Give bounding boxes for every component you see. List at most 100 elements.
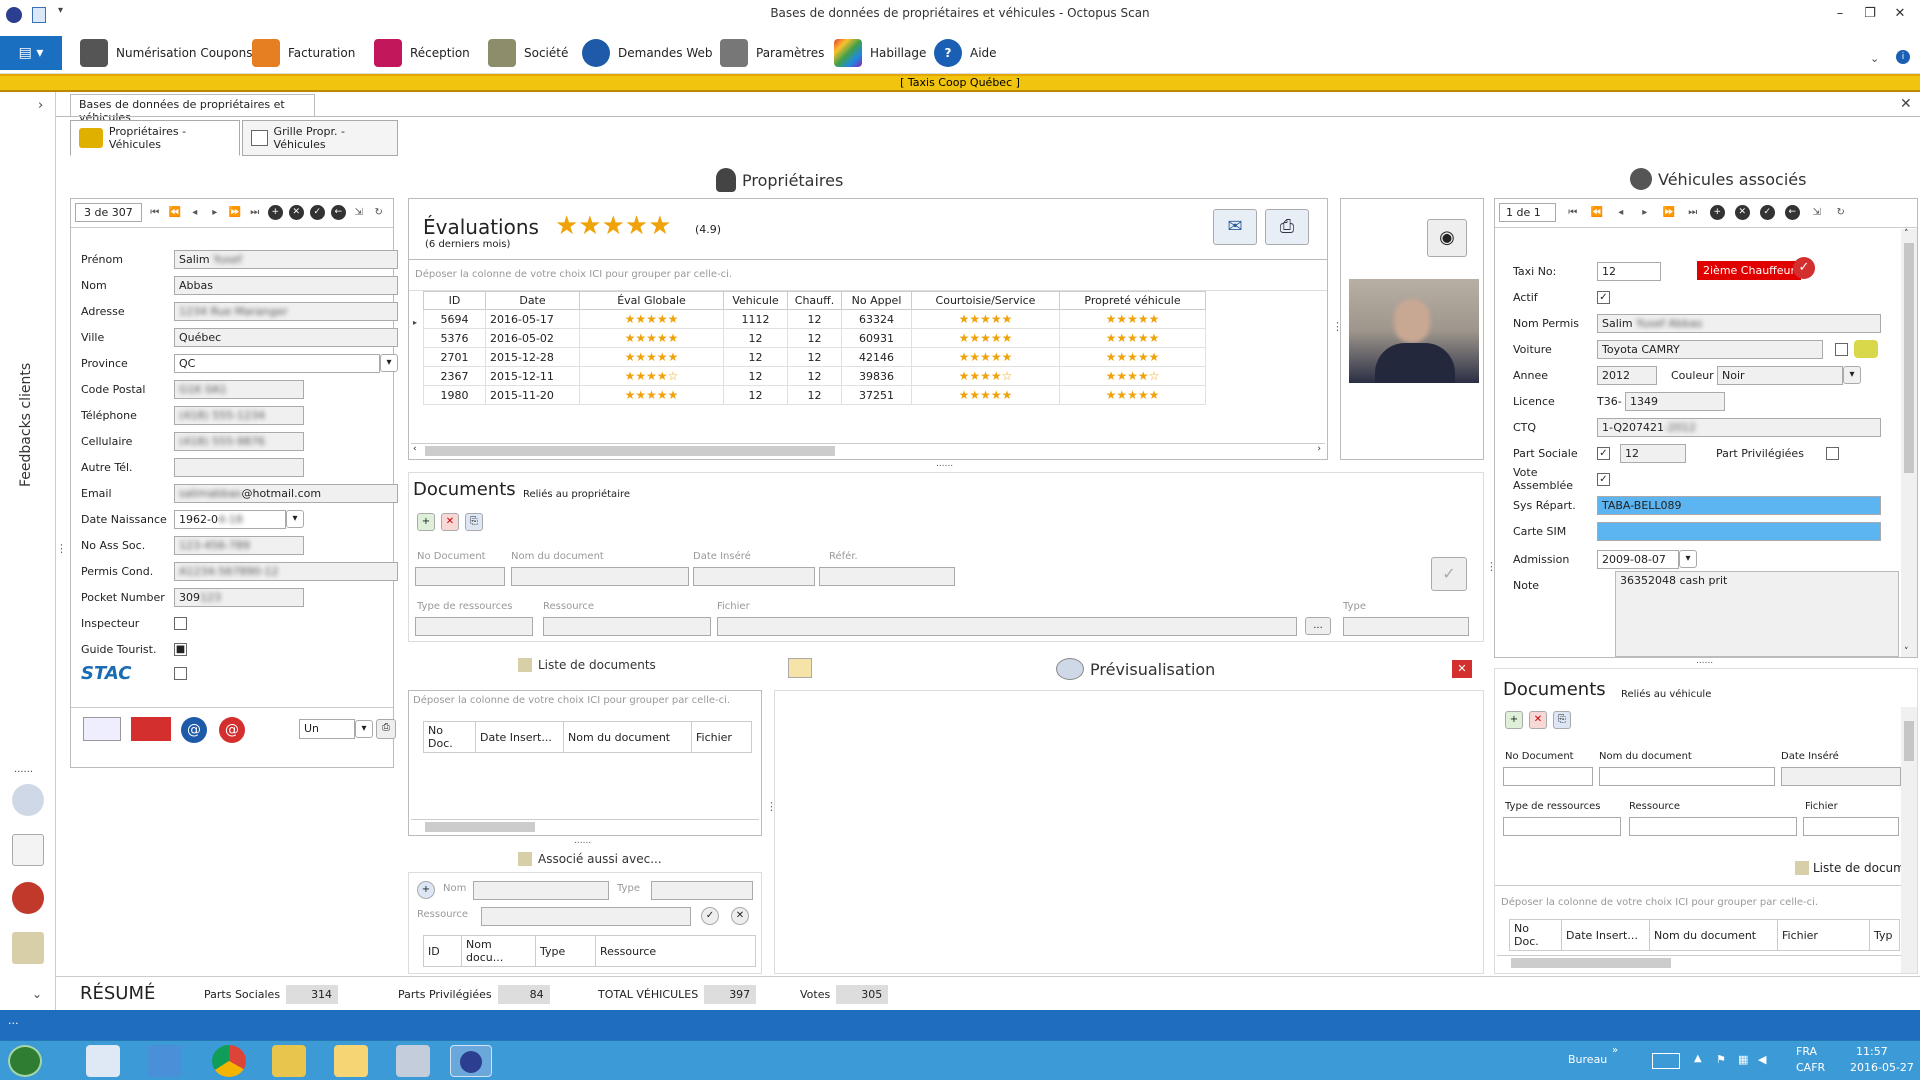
cellulaire-input[interactable]: (418) 555-9876 [174, 431, 304, 451]
nom-permis-input[interactable]: Salim Yusef Abbas [1597, 313, 1881, 333]
delete-record-icon[interactable]: ✕ [288, 205, 304, 220]
couleur-select[interactable]: Noir [1717, 365, 1843, 385]
close-preview-icon[interactable]: ✕ [1452, 660, 1472, 678]
date-insere-input[interactable] [693, 567, 815, 586]
restore-icon[interactable]: ❐ [1860, 6, 1880, 24]
fichier-input[interactable] [717, 617, 1297, 636]
vehicle-documents-vscroll[interactable] [1901, 707, 1917, 973]
webcam-icon[interactable]: ◉ [1427, 219, 1467, 257]
scan-document-icon[interactable]: ⎘ [465, 513, 483, 531]
scrollbar-thumb[interactable] [1904, 721, 1914, 761]
col-vehicule[interactable]: Vehicule [723, 291, 788, 310]
browse-button[interactable]: ... [1305, 617, 1331, 635]
ressource-select[interactable] [1629, 817, 1797, 836]
scroll-down-icon[interactable]: ˅ [1904, 647, 1909, 657]
delete-record-icon[interactable]: ✕ [1734, 205, 1750, 220]
feedbacks-clients-label[interactable]: Feedbacks clients [18, 363, 34, 487]
col-fichier[interactable]: Fichier [1777, 919, 1870, 951]
ribbon-numerisation[interactable]: Numérisation Coupons [80, 36, 252, 70]
pocket-number-input[interactable]: 309123 [174, 587, 304, 607]
assoc-cancel-icon[interactable]: ✕ [731, 907, 749, 925]
keyboard-icon[interactable] [1652, 1053, 1680, 1069]
evaluations-scrollbar[interactable]: ‹ › [411, 443, 1325, 457]
ribbon-demandes-web[interactable]: Demandes Web [582, 36, 713, 70]
document-stack-icon[interactable] [12, 932, 44, 964]
add-document-icon[interactable]: + [417, 513, 435, 531]
next-page-icon[interactable]: ⏩ [228, 206, 242, 220]
refer-input[interactable] [819, 567, 955, 586]
col-date-insert[interactable]: Date Insert... [475, 721, 564, 753]
sidebar-grip[interactable]: ...... [14, 764, 33, 775]
province-dropdown-icon[interactable]: ▾ [380, 354, 398, 372]
folder-icon[interactable] [334, 1045, 368, 1077]
col-proprete[interactable]: Propreté véhicule [1059, 291, 1206, 310]
evaluation-row[interactable]: 2367 2015-12-11 ★★★★☆ 12 12 39836 ★★★★☆ ★★★★☆ [423, 366, 1206, 386]
scrollbar-thumb[interactable] [1511, 958, 1671, 968]
taxi-no-input[interactable]: 12 [1597, 261, 1661, 281]
export-icon[interactable]: ⇲ [352, 206, 366, 220]
ville-input[interactable]: Québec [174, 327, 398, 347]
octopus-scan-taskbar-icon[interactable] [450, 1045, 492, 1077]
last-page-icon[interactable]: ⏭ [248, 206, 262, 220]
col-no-appel[interactable]: No Appel [841, 291, 912, 310]
type-select[interactable] [1343, 617, 1469, 636]
tray-expand-icon[interactable]: ▲ [1694, 1053, 1702, 1064]
open-folder-icon[interactable] [788, 658, 812, 678]
inspecteur-checkbox[interactable] [174, 616, 187, 630]
next-page-icon[interactable]: ⏩ [1662, 206, 1676, 220]
assoc-ressource-select[interactable] [481, 907, 691, 926]
taskbar-scanner-icon[interactable] [396, 1045, 430, 1077]
scroll-right-icon[interactable]: › [1317, 444, 1321, 454]
assoc-nom-input[interactable] [473, 881, 609, 900]
send-mail-icon[interactable]: ✉ [1213, 209, 1257, 245]
col-nom-document[interactable]: Nom du document [563, 721, 692, 753]
validate-document-icon[interactable]: ✓ [1431, 557, 1467, 591]
language-select[interactable]: Un [299, 719, 355, 739]
assoc-type-select[interactable] [651, 881, 753, 900]
stac-checkbox[interactable] [174, 666, 187, 680]
actif-checkbox[interactable]: ✓ [1597, 290, 1610, 304]
card-icon[interactable] [83, 717, 121, 741]
info-icon[interactable]: i [1896, 50, 1910, 64]
check-badge-icon[interactable]: ✓ [1793, 257, 1815, 279]
ctq-input[interactable]: 1-Q207421-2012 [1597, 417, 1881, 437]
document-list-scrollbar[interactable] [411, 819, 759, 833]
print-small-icon[interactable]: ⎙ [376, 719, 396, 739]
scroll-left-icon[interactable]: ‹ [413, 444, 417, 454]
col-courtoisie[interactable]: Courtoisie/Service [911, 291, 1060, 310]
evaluation-row[interactable]: 5694 2016-05-17 ★★★★★ 1112 12 63324 ★★★★★ ★★★★★ [423, 309, 1206, 329]
print-icon[interactable]: ⎙ [1265, 209, 1309, 245]
delete-document-icon[interactable]: ✕ [1529, 711, 1547, 729]
scroll-down-chevron-icon[interactable]: ⌄ [32, 987, 42, 1001]
splitter-grip[interactable]: ...... [936, 459, 953, 469]
next-icon[interactable]: ▸ [208, 206, 222, 220]
col-eval-globale[interactable]: Éval Globale [579, 291, 724, 310]
minimize-icon[interactable]: – [1830, 6, 1850, 24]
taskbar-explorer-icon[interactable] [86, 1045, 120, 1077]
ribbon-facturation[interactable]: Facturation [252, 36, 355, 70]
voiture-input[interactable]: Toyota CAMRY [1597, 339, 1823, 359]
toolbar-expand-icon[interactable]: » [1612, 1045, 1618, 1056]
nom-document-input[interactable] [1599, 767, 1775, 786]
start-button[interactable] [8, 1045, 42, 1077]
scrollbar-thumb[interactable] [1904, 243, 1914, 473]
col-assoc-ressource[interactable]: Ressource [595, 935, 756, 967]
col-date[interactable]: Date [485, 291, 580, 310]
prev-icon[interactable]: ◂ [1614, 206, 1628, 220]
col-assoc-id[interactable]: ID [423, 935, 462, 967]
col-chauff[interactable]: Chauff. [787, 291, 842, 310]
carte-sim-input[interactable] [1597, 521, 1881, 541]
prev-page-icon[interactable]: ⏪ [1590, 206, 1604, 220]
export-icon[interactable]: ⇲ [1810, 206, 1824, 220]
taskbar-tools-icon[interactable] [272, 1045, 306, 1077]
prev-page-icon[interactable]: ⏪ [168, 206, 182, 220]
date-naissance-input[interactable]: 1962-04-18 [174, 509, 286, 529]
email-input[interactable]: salimabbas@hotmail.com [174, 483, 398, 503]
close-tab-icon[interactable]: ✕ [1900, 96, 1912, 112]
taskbar-terminal-icon[interactable] [148, 1045, 182, 1077]
col-id[interactable]: ID [423, 291, 486, 310]
expand-chevron-icon[interactable]: › [38, 98, 43, 113]
ribbon-aide[interactable]: ? Aide [934, 36, 997, 70]
admission-dropdown-icon[interactable]: ▾ [1679, 550, 1697, 568]
annee-input[interactable]: 2012 [1597, 365, 1657, 385]
